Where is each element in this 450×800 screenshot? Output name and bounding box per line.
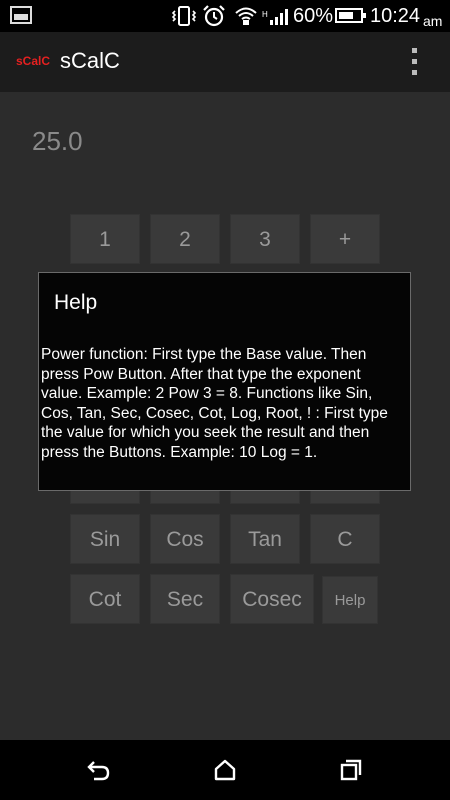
back-icon[interactable]: [86, 758, 112, 782]
clock-time: 10:24: [370, 5, 421, 27]
navigation-bar: [0, 740, 450, 800]
recents-icon[interactable]: [338, 758, 364, 782]
screenshot-icon: [10, 6, 32, 24]
clock-ampm: am: [423, 13, 443, 29]
signal-icon: H: [262, 9, 288, 25]
help-dialog: Help Power function: First type the Base…: [38, 272, 411, 491]
app-title: sCalC: [60, 48, 120, 73]
help-button[interactable]: Help: [322, 576, 378, 624]
more-vert-icon[interactable]: [406, 48, 422, 78]
key-cot[interactable]: Cot: [70, 574, 140, 624]
action-bar: sCalC sCalC: [0, 32, 450, 93]
battery-icon: [335, 8, 366, 23]
vibrate-icon: [171, 6, 197, 26]
key-cos[interactable]: Cos: [150, 514, 220, 564]
status-bar: H 60% 10:24 am: [0, 0, 450, 32]
key-clear[interactable]: C: [310, 514, 380, 564]
dialog-title: Help: [54, 291, 98, 314]
key-1[interactable]: 1: [70, 214, 140, 264]
wifi-icon: [235, 7, 257, 25]
svg-text:H: H: [262, 10, 268, 19]
key-cosec[interactable]: Cosec: [230, 574, 314, 624]
dialog-message: Power function: First type the Base valu…: [41, 346, 388, 461]
key-sin[interactable]: Sin: [70, 514, 140, 564]
alarm-icon: [203, 5, 225, 27]
home-icon[interactable]: [212, 758, 238, 782]
key-3[interactable]: 3: [230, 214, 300, 264]
calculator-display: 25.0: [32, 126, 83, 156]
battery-percent: 60%: [293, 5, 334, 27]
app-logo: sCalC: [16, 54, 51, 68]
key-plus[interactable]: +: [310, 214, 380, 264]
key-sec[interactable]: Sec: [150, 574, 220, 624]
key-2[interactable]: 2: [150, 214, 220, 264]
key-tan[interactable]: Tan: [230, 514, 300, 564]
